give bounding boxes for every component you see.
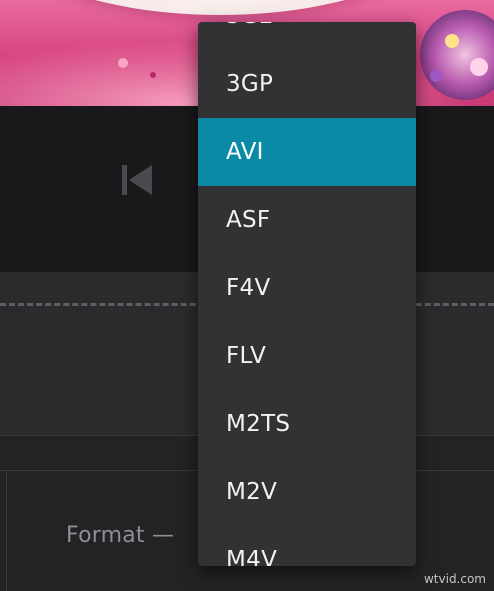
format-option-avi[interactable]: AVI (198, 118, 416, 186)
panel-divider (0, 471, 7, 591)
format-option-m2v[interactable]: M2V (198, 458, 416, 526)
format-option-m4v[interactable]: M4V (198, 526, 416, 566)
preview-decoration (470, 58, 488, 76)
skip-previous-icon (122, 165, 152, 195)
preview-plate (0, 0, 460, 15)
format-option-flv[interactable]: FLV (198, 322, 416, 390)
format-option-asf[interactable]: ASF (198, 186, 416, 254)
preview-decoration (430, 70, 442, 82)
format-option-m2ts[interactable]: M2TS (198, 390, 416, 458)
preview-decoration (445, 34, 459, 48)
format-label: Format — (66, 523, 175, 548)
format-options: 3G2 3GP AVI ASF F4V FLV M2TS M2V M4V (198, 22, 416, 566)
format-dropdown-list[interactable]: 3G2 3GP AVI ASF F4V FLV M2TS M2V M4V (198, 22, 416, 566)
preview-decoration (150, 72, 156, 78)
format-option-f4v[interactable]: F4V (198, 254, 416, 322)
format-option-3g2[interactable]: 3G2 (198, 22, 416, 50)
format-option-3gp[interactable]: 3GP (198, 50, 416, 118)
preview-decoration (118, 58, 128, 68)
watermark: wtvid.com (423, 572, 486, 586)
skip-previous-button[interactable] (120, 163, 154, 197)
